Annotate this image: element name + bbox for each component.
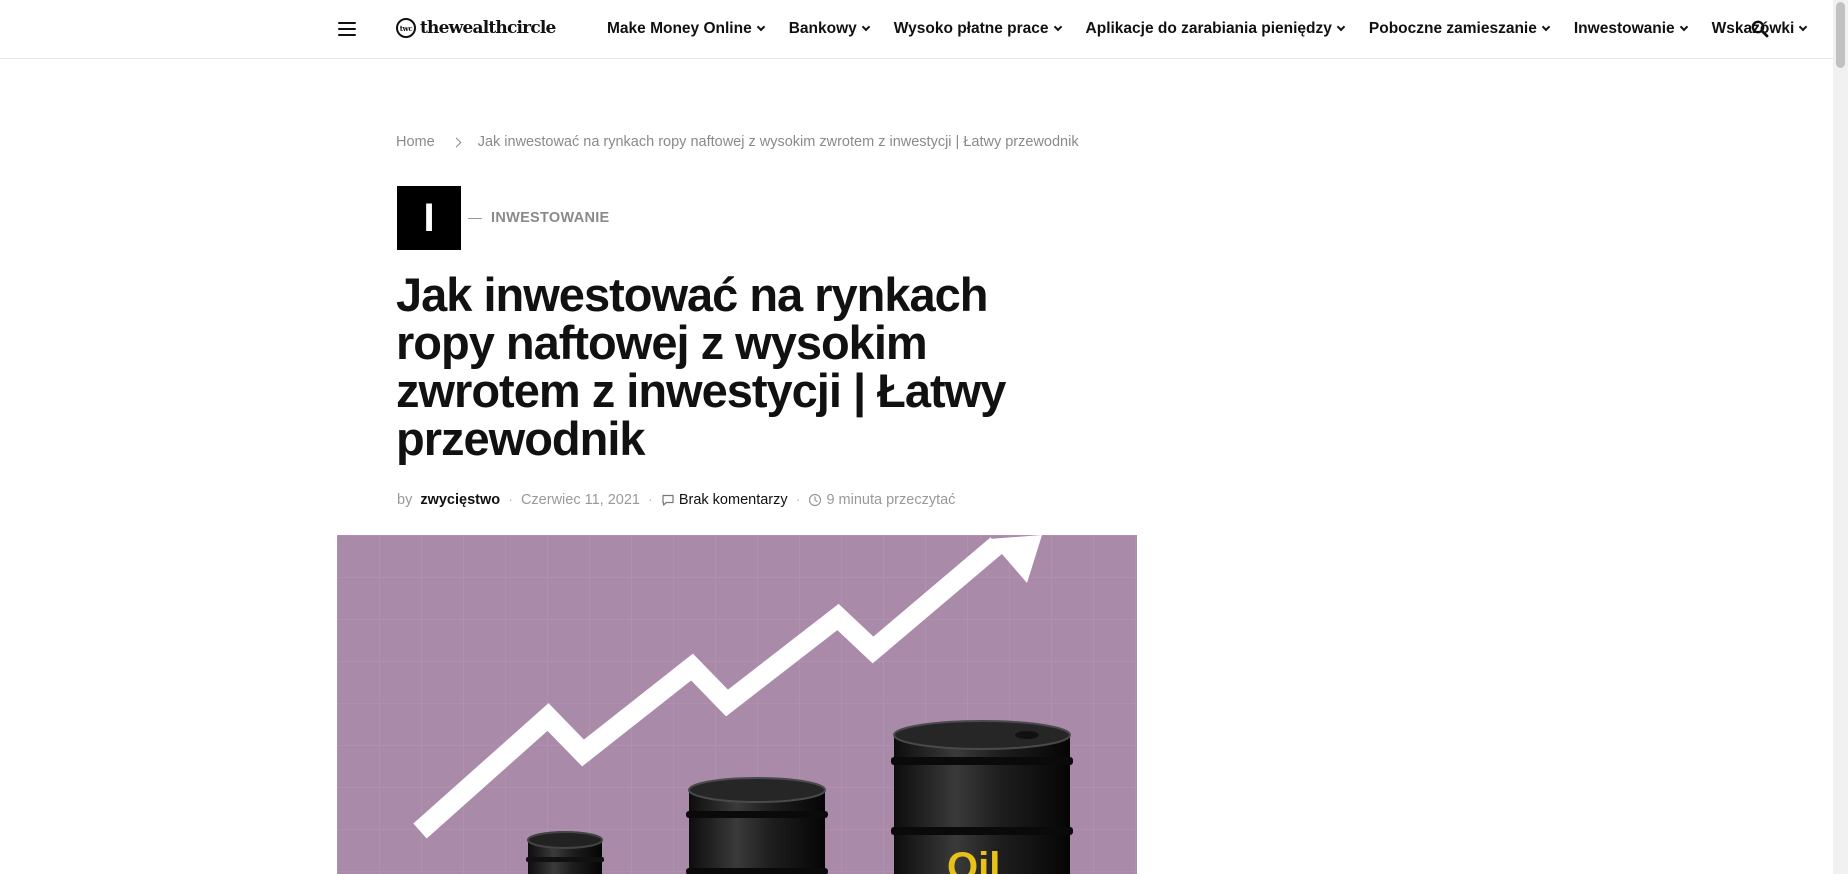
chevron-down-icon	[1799, 22, 1808, 32]
oil-barrel-small	[526, 831, 604, 874]
nav-item-label: Poboczne zamieszanie	[1368, 20, 1537, 37]
chevron-down-icon	[756, 22, 765, 32]
comment-icon	[662, 494, 674, 506]
nav-item-label: Bankowy	[788, 20, 857, 37]
read-time: 9 minuta przeczytać	[826, 492, 956, 508]
category-initial-badge: I	[397, 186, 461, 250]
author-link[interactable]: zwycięstwo	[420, 492, 500, 508]
nav-item-label: Wysoko płatne prace	[893, 20, 1049, 37]
main-nav: Make Money Online Bankowy Wysoko płatne …	[607, 20, 1808, 38]
publish-date: Czerwiec 11, 2021	[520, 492, 640, 508]
breadcrumb: Home Jak inwestować na rynkach ropy naft…	[396, 134, 1079, 150]
nav-item-make-money-online[interactable]: Make Money Online	[607, 20, 765, 38]
chevron-down-icon	[1336, 22, 1346, 32]
category-divider	[468, 218, 482, 219]
nav-item-label: Inwestowanie	[1573, 20, 1675, 37]
site-logo[interactable]: twc thewealthcircle	[396, 18, 556, 38]
article-title: Jak inwestować na rynkach ropy naftowej …	[396, 268, 1006, 465]
menu-icon[interactable]	[338, 22, 356, 36]
breadcrumb-home-link[interactable]: Home	[396, 134, 435, 150]
category-link[interactable]: INWESTOWANIE	[491, 210, 610, 226]
meta-separator: ·	[795, 492, 801, 508]
oil-barrel-medium	[686, 777, 828, 874]
chevron-down-icon	[861, 22, 871, 32]
nav-item-label: Aplikacje do zarabiania pieniędzy	[1085, 20, 1332, 37]
comments-label: Brak komentarzy	[678, 492, 788, 508]
chevron-down-icon	[1679, 22, 1688, 32]
page-scrollbar[interactable]	[1833, 0, 1848, 874]
by-label: by	[397, 492, 413, 508]
logo-mark: twc	[396, 18, 416, 38]
hero-image: Oil	[337, 535, 1137, 874]
nav-item-label: Make Money Online	[607, 20, 752, 37]
clock-icon	[809, 493, 822, 507]
nav-item-wysoko-platne-prace[interactable]: Wysoko płatne prace	[893, 20, 1062, 38]
chevron-right-icon	[451, 137, 462, 147]
chevron-down-icon	[1541, 22, 1551, 32]
site-header: twc thewealthcircle Make Money Online Ba…	[0, 0, 1833, 59]
nav-item-aplikacje[interactable]: Aplikacje do zarabiania pieniędzy	[1085, 20, 1346, 38]
breadcrumb-current: Jak inwestować na rynkach ropy naftowej …	[477, 134, 1079, 150]
nav-item-inwestowanie[interactable]: Inwestowanie	[1573, 20, 1688, 38]
barrel-label: Oil	[947, 845, 1000, 874]
scrollbar-thumb[interactable]	[1836, 2, 1845, 68]
oil-barrel-large: Oil	[891, 720, 1073, 874]
search-icon[interactable]	[1751, 20, 1769, 38]
comments-link[interactable]: Brak komentarzy	[661, 492, 788, 508]
meta-separator: ·	[647, 492, 653, 508]
nav-item-poboczne-zamieszanie[interactable]: Poboczne zamieszanie	[1368, 20, 1551, 38]
meta-separator: ·	[508, 492, 513, 508]
article-meta: by zwycięstwo · Czerwiec 11, 2021 · Brak…	[397, 492, 955, 508]
chevron-down-icon	[1053, 22, 1062, 32]
oil-growth-illustration: Oil	[337, 535, 1137, 874]
logo-text: thewealthcircle	[420, 18, 556, 38]
nav-item-bankowy[interactable]: Bankowy	[788, 20, 871, 38]
